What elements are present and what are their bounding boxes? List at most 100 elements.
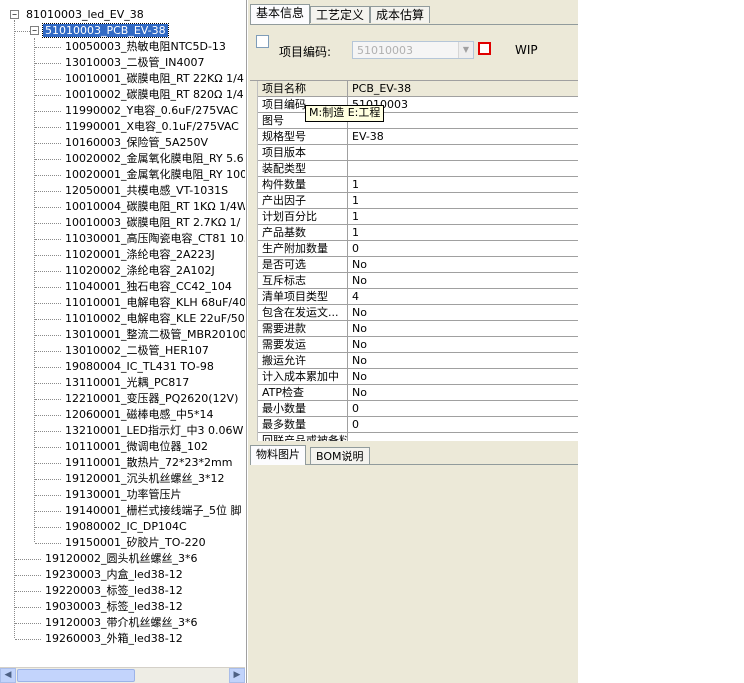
property-row[interactable]: 最多数量 0 <box>250 417 578 433</box>
tree-node-child[interactable]: 10050003_热敏电阻NTC5D-13 <box>63 39 228 55</box>
property-row[interactable]: 项目版本 <box>250 145 578 161</box>
tab-basic-info[interactable]: 基本信息 <box>250 4 311 24</box>
property-value[interactable]: 1 <box>348 225 578 241</box>
tree-node-sibling[interactable]: 19260003_外箱_led38-12 <box>43 631 185 647</box>
tree-node-child[interactable]: 12210001_变压器_PQ2620(12V) <box>63 391 240 407</box>
property-row[interactable]: 最小数量 0 <box>250 401 578 417</box>
tree-node-child[interactable]: 19110001_散热片_72*23*2mm <box>63 455 234 471</box>
tree-node-child[interactable]: 19120001_沉头机丝螺丝_3*12 <box>63 471 226 487</box>
property-row[interactable]: 是否可选 No <box>250 257 578 273</box>
property-value[interactable]: 1 <box>348 177 578 193</box>
property-value[interactable]: No <box>348 257 578 273</box>
scroll-right-icon[interactable]: ▶ <box>229 668 245 683</box>
property-value[interactable]: 1 <box>348 193 578 209</box>
property-row[interactable]: 产出因子 1 <box>250 193 578 209</box>
property-row[interactable]: 规格型号 EV-38 <box>250 129 578 145</box>
bom-tree[interactable]: − 81010003_led_EV_38 − 51010003_PCB_EV-3… <box>0 0 245 667</box>
bom-tree-pane[interactable]: − 81010003_led_EV_38 − 51010003_PCB_EV-3… <box>0 0 247 683</box>
tree-node-child[interactable]: 11010002_电解电容_KLE 22uF/50V <box>63 311 245 327</box>
root-collapse-icon[interactable]: − <box>10 10 19 19</box>
property-row[interactable]: 图号 <box>250 113 578 129</box>
property-row[interactable]: 项目编码51010003 <box>250 97 578 113</box>
property-value[interactable]: 1 <box>348 209 578 225</box>
tree-node-sibling[interactable]: 19120002_圆头机丝螺丝_3*6 <box>43 551 200 567</box>
property-value[interactable]: 0 <box>348 241 578 257</box>
tree-node-child[interactable]: 12060001_磁棒电感_中5*14 <box>63 407 215 423</box>
tree-node-child[interactable]: 11990001_X电容_0.1uF/275VAC <box>63 119 241 135</box>
tree-node-child[interactable]: 10010001_碳膜电阻_RT 22KΩ 1/4 <box>63 71 245 87</box>
tree-node-child[interactable]: 11030001_高压陶瓷电容_CT81 103 <box>63 231 245 247</box>
chevron-down-icon[interactable]: ▼ <box>458 42 473 58</box>
tree-node-child[interactable]: 10020002_金属氧化膜电阻_RY 5.6 <box>63 151 245 167</box>
property-grid[interactable]: 项目名称PCB_EV-38项目编码51010003图号规格型号EV-38项目版本… <box>250 80 578 441</box>
property-row[interactable]: 计划百分比 1 <box>250 209 578 225</box>
tree-node-child[interactable]: 13010003_二极管_IN4007 <box>63 55 206 71</box>
property-row[interactable]: 构件数量 1 <box>250 177 578 193</box>
tree-node-child[interactable]: 19140001_栅栏式接线端子_5位 脚 <box>63 503 243 519</box>
property-value[interactable]: No <box>348 321 578 337</box>
tree-node-child[interactable]: 10010004_碳膜电阻_RT 1KΩ 1/4W <box>63 199 245 215</box>
property-row[interactable]: 需要进款 No <box>250 321 578 337</box>
tree-node-child[interactable]: 19150001_矽胶片_TO-220 <box>63 535 208 551</box>
tree-node-child[interactable]: 11990002_Y电容_0.6uF/275VAC <box>63 103 240 119</box>
property-row[interactable]: 回联产品或被备料 <box>250 433 578 441</box>
property-row[interactable]: 装配类型 <box>250 161 578 177</box>
property-value[interactable]: EV-38 <box>348 129 578 145</box>
tree-node-sibling[interactable]: 19120003_带介机丝螺丝_3*6 <box>43 615 200 631</box>
tree-node-child[interactable]: 13210001_LED指示灯_中3 0.06W <box>63 423 245 439</box>
tree-node-child[interactable]: 10160003_保险管_5A250V <box>63 135 210 151</box>
property-value[interactable]: No <box>348 385 578 401</box>
tree-node-child[interactable]: 11010001_电解电容_KLH 68uF/400 <box>63 295 245 311</box>
select-checkbox[interactable] <box>256 35 269 48</box>
property-value[interactable]: 0 <box>348 401 578 417</box>
property-row[interactable]: 清单项目类型 4 <box>250 289 578 305</box>
tree-node-sibling[interactable]: 19230003_内盒_led38-12 <box>43 567 185 583</box>
tree-node-child[interactable]: 12050001_共模电感_VT-1031S <box>63 183 230 199</box>
tree-node-child[interactable]: 10010003_碳膜电阻_RT 2.7KΩ 1/ <box>63 215 242 231</box>
property-value[interactable] <box>348 161 578 177</box>
tree-node-selected[interactable]: 51010003_PCB_EV-38 <box>42 23 169 39</box>
scroll-left-icon[interactable]: ◀ <box>0 668 16 683</box>
tree-node-root[interactable]: 81010003_led_EV_38 <box>24 7 146 23</box>
property-value[interactable]: 4 <box>348 289 578 305</box>
property-row[interactable]: 计入成本累加中 No <box>250 369 578 385</box>
property-row[interactable]: 项目名称 PCB_EV-38 <box>250 81 578 97</box>
property-row[interactable]: 生产附加数量 0 <box>250 241 578 257</box>
property-value[interactable] <box>348 145 578 161</box>
property-value[interactable]: 0 <box>348 417 578 433</box>
property-value[interactable]: No <box>348 369 578 385</box>
property-row[interactable]: 互斥标志 No <box>250 273 578 289</box>
pcb-collapse-icon[interactable]: − <box>30 26 39 35</box>
tree-node-child[interactable]: 10020001_金属氧化膜电阻_RY 100 <box>63 167 245 183</box>
tree-node-child[interactable]: 11040001_独石电容_CC42_104 <box>63 279 234 295</box>
property-row[interactable]: ATP检查 No <box>250 385 578 401</box>
item-code-combobox[interactable]: 51010003 ▼ <box>352 41 474 59</box>
property-value[interactable]: No <box>348 337 578 353</box>
scroll-thumb[interactable] <box>17 669 135 682</box>
tree-node-child[interactable]: 11020001_涤纶电容_2A223J <box>63 247 217 263</box>
property-row[interactable]: 搬运允许 No <box>250 353 578 369</box>
property-value[interactable]: No <box>348 273 578 289</box>
tab-cost-estimate[interactable]: 成本估算 <box>370 6 431 23</box>
tree-node-child[interactable]: 19130001_功率管压片 <box>63 487 184 503</box>
tree-node-child[interactable]: 19080004_IC_TL431 TO-98 <box>63 359 216 375</box>
tree-node-child[interactable]: 10010002_碳膜电阻_RT 820Ω 1/4 <box>63 87 245 103</box>
tree-node-sibling[interactable]: 19220003_标签_led38-12 <box>43 583 185 599</box>
tree-node-child[interactable]: 10110001_微调电位器_102 <box>63 439 210 455</box>
wip-checkbox[interactable] <box>478 42 491 55</box>
tree-node-child[interactable]: 13110001_光耦_PC817 <box>63 375 191 391</box>
tree-node-child[interactable]: 19080002_IC_DP104C <box>63 519 189 535</box>
tree-node-child[interactable]: 13010002_二极管_HER107 <box>63 343 211 359</box>
property-value[interactable]: No <box>348 353 578 369</box>
tree-node-sibling[interactable]: 19030003_标签_led38-12 <box>43 599 185 615</box>
property-value[interactable]: PCB_EV-38 <box>348 81 578 97</box>
property-row[interactable]: 需要发运 No <box>250 337 578 353</box>
tab-bom-description[interactable]: BOM说明 <box>310 447 370 464</box>
tree-node-child[interactable]: 11020002_涤纶电容_2A102J <box>63 263 217 279</box>
tab-item-picture[interactable]: 物料图片 <box>250 445 306 465</box>
tree-node-child[interactable]: 13010001_整流二极管_MBR20100C <box>63 327 245 343</box>
property-value[interactable] <box>348 433 578 441</box>
property-value[interactable]: No <box>348 305 578 321</box>
tab-process-definition[interactable]: 工艺定义 <box>310 6 371 23</box>
property-row[interactable]: 产品基数 1 <box>250 225 578 241</box>
